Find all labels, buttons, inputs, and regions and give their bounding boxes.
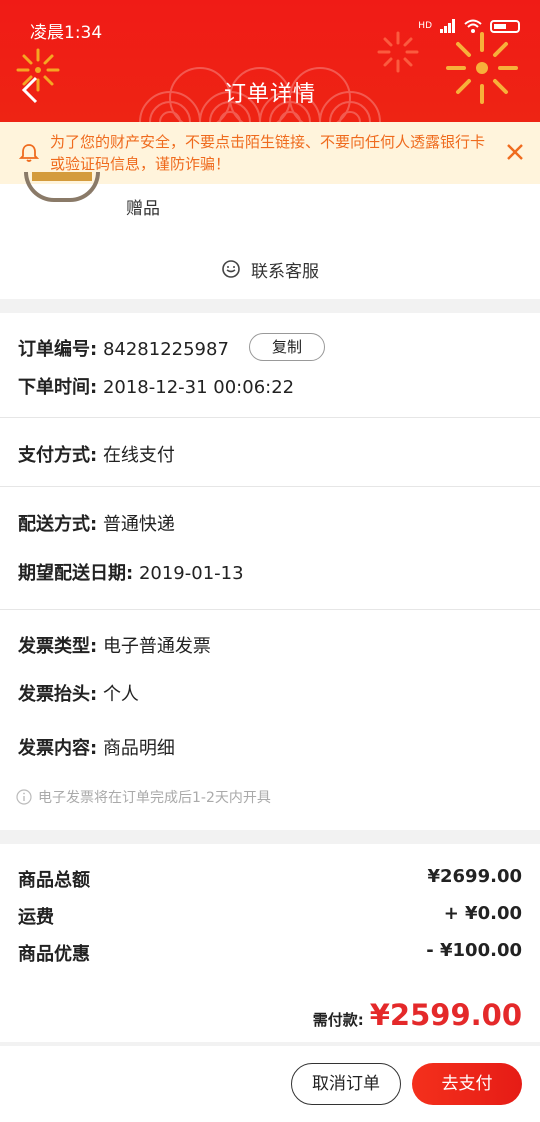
subtotal-label: 商品总额 [18,870,90,891]
divider [0,417,540,418]
status-bar: 凌晨1:34 HD [30,16,520,44]
payment-method-row: 支付方式: 在线支付 [18,441,175,467]
invoice-note-text: 电子发票将在订单完成后1-2天内开具 [38,790,271,806]
order-time-row: 下单时间: 2018-12-31 00:06:22 [18,373,294,399]
status-icons: HD [418,19,520,33]
product-thumbnail[interactable] [24,172,100,202]
wifi-icon [464,19,482,33]
expected-delivery-label: 期望配送日期: [18,563,134,584]
invoice-title-label: 发票抬头: [18,684,98,705]
invoice-content-row: 发票内容: 商品明细 [18,734,175,760]
cancel-order-button[interactable]: 取消订单 [291,1063,401,1105]
contact-customer-service-button[interactable]: 联系客服 [0,254,540,284]
footer-bar: 取消订单 去支付 [0,1046,540,1122]
invoice-title-value: 个人 [102,684,139,705]
shipping-value: + ¥0.00 [443,903,522,924]
info-icon [16,789,32,805]
payment-method-label: 支付方式: [18,445,98,466]
hd-indicator: HD [418,21,432,31]
status-time: 凌晨1:34 [30,23,103,43]
close-icon[interactable] [506,143,524,161]
invoice-content-value: 商品明细 [102,738,175,759]
product-tag [32,172,92,181]
bell-icon [18,144,40,162]
invoice-type-label: 发票类型: [18,636,98,657]
total-row: 需付款: ¥2599.00 [313,998,522,1032]
order-time-label: 下单时间: [18,377,98,398]
total-label: 需付款: [312,1011,364,1029]
order-number-row: 订单编号: 84281225987 [18,335,229,361]
pay-button[interactable]: 去支付 [412,1063,522,1105]
order-number-label: 订单编号: [18,339,98,360]
order-info-section: 订单编号: 84281225987 复制 下单时间: 2018-12-31 00… [0,313,540,830]
delivery-method-label: 配送方式: [18,514,98,535]
header-bar: 凌晨1:34 HD 订单详情 [0,0,540,122]
subtotal-value: ¥2699.00 [427,866,522,887]
gift-label: 赠品 [126,199,160,219]
signal-icon [440,19,455,33]
warning-text: 为了您的财产安全，不要点击陌生链接、不要向任何人透露银行卡或验证码信息，谨防诈骗… [50,133,486,173]
shipping-label: 运费 [18,907,54,928]
invoice-type-row: 发票类型: 电子普通发票 [18,632,211,658]
invoice-note: 电子发票将在订单完成后1-2天内开具 [16,787,271,807]
invoice-type-value: 电子普通发票 [102,636,211,657]
copy-button[interactable]: 复制 [249,333,325,361]
payment-method-value: 在线支付 [102,445,175,466]
expected-delivery-value: 2019-01-13 [138,563,244,584]
divider [0,609,540,610]
discount-value: - ¥100.00 [426,940,522,961]
gift-section: 赠品 联系客服 [0,172,540,299]
customer-service-label: 联系客服 [251,261,319,282]
page-title: 订单详情 [223,82,316,107]
battery-icon [490,19,520,33]
expected-delivery-row: 期望配送日期: 2019-01-13 [18,559,244,585]
delivery-method-value: 普通快递 [102,514,175,535]
divider [0,486,540,487]
order-number-value: 84281225987 [102,339,229,360]
price-summary-section: 商品总额 ¥2699.00 运费 + ¥0.00 商品优惠 - ¥100.00 … [0,844,540,1042]
total-value: ¥2599.00 [369,998,522,1032]
delivery-method-row: 配送方式: 普通快递 [18,510,175,536]
invoice-content-label: 发票内容: [18,738,98,759]
order-time-value: 2018-12-31 00:06:22 [102,377,295,398]
chat-smile-icon [222,260,240,278]
invoice-title-row: 发票抬头: 个人 [18,680,139,706]
discount-label: 商品优惠 [18,944,90,965]
